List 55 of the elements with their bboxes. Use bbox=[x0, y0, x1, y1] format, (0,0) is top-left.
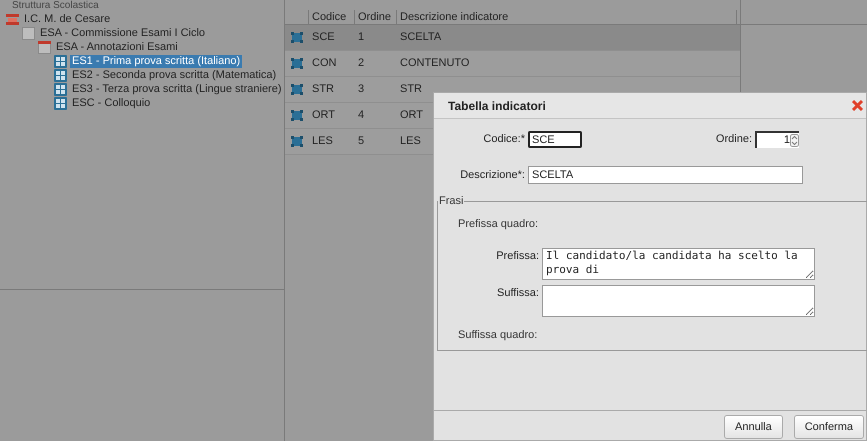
tree-item[interactable]: ES1 - Prima prova scritta (Italiano) bbox=[70, 54, 242, 68]
table-cell: 1 bbox=[358, 31, 364, 44]
column-header[interactable]: Ordine bbox=[355, 10, 397, 24]
table-cell: CONTENUTO bbox=[400, 57, 470, 70]
text-area[interactable] bbox=[542, 285, 815, 317]
row-icon bbox=[291, 110, 303, 121]
table-cell: ORT bbox=[400, 109, 424, 122]
field-label: Suffissa: bbox=[496, 286, 540, 301]
field-label: Prefissa: bbox=[495, 249, 540, 264]
spinner-icon[interactable] bbox=[790, 134, 799, 147]
row-icon bbox=[291, 58, 303, 69]
calendar-icon bbox=[38, 40, 51, 54]
column-header[interactable]: Codice bbox=[309, 10, 355, 24]
table-row[interactable]: SCE 1 SCELTA bbox=[285, 25, 740, 51]
table-cell: LES bbox=[312, 135, 333, 148]
input-field[interactable]: SCE bbox=[528, 131, 582, 148]
table-cell: CON bbox=[312, 57, 336, 70]
table-cell: 5 bbox=[358, 135, 364, 148]
text-area[interactable]: Il candidato/la candidata ha scelto la prova di bbox=[542, 248, 815, 280]
grid-icon bbox=[54, 82, 67, 96]
table-cell: STR bbox=[400, 83, 422, 96]
table-cell: ORT bbox=[312, 109, 336, 122]
table-cell: SCE bbox=[312, 31, 335, 44]
panel-title: Struttura Scolastica bbox=[11, 0, 99, 11]
tree-item[interactable]: ESA - Annotazioni Esami bbox=[54, 40, 180, 54]
table-cell: 4 bbox=[358, 109, 364, 122]
tree-item[interactable]: ES3 - Terza prova scritta (Lingue straniere) bbox=[70, 82, 284, 96]
tree-item[interactable]: I.C. M. de Cesare bbox=[22, 12, 112, 26]
grid-icon bbox=[54, 54, 67, 68]
tree-item[interactable]: ESA - Commissione Esami I Ciclo bbox=[38, 26, 208, 40]
dialog-button[interactable]: Annulla bbox=[724, 415, 783, 439]
table-cell: 2 bbox=[358, 57, 364, 70]
table-cell: STR bbox=[312, 83, 334, 96]
row-icon bbox=[291, 136, 303, 147]
field-label: Codice:* bbox=[482, 132, 526, 148]
table-cell: LES bbox=[400, 135, 421, 148]
field-label: Ordine: bbox=[714, 132, 753, 148]
input-field[interactable]: SCELTA bbox=[528, 166, 803, 184]
row-icon bbox=[291, 84, 303, 95]
tree-item[interactable]: ES2 - Seconda prova scritta (Matematica) bbox=[70, 68, 278, 82]
field-label: Suffissa quadro: bbox=[458, 328, 538, 343]
row-icon bbox=[291, 32, 303, 43]
group-legend: Frasi bbox=[438, 193, 464, 210]
table-cell: 3 bbox=[358, 83, 364, 96]
field-label: Prefissa quadro: bbox=[458, 216, 538, 232]
grid-icon bbox=[54, 96, 67, 110]
dialog-button[interactable]: Conferma bbox=[794, 415, 864, 439]
grid-icon bbox=[54, 68, 67, 82]
column-header[interactable]: Descrizione indicatore bbox=[397, 10, 737, 24]
table-cell: SCELTA bbox=[400, 31, 442, 44]
number-field[interactable]: 1 bbox=[755, 131, 799, 148]
tree-item[interactable]: ESC - Colloquio bbox=[70, 96, 152, 110]
field-label: Descrizione*: bbox=[459, 168, 526, 183]
close-icon[interactable] bbox=[852, 100, 863, 111]
page-icon bbox=[22, 26, 35, 40]
